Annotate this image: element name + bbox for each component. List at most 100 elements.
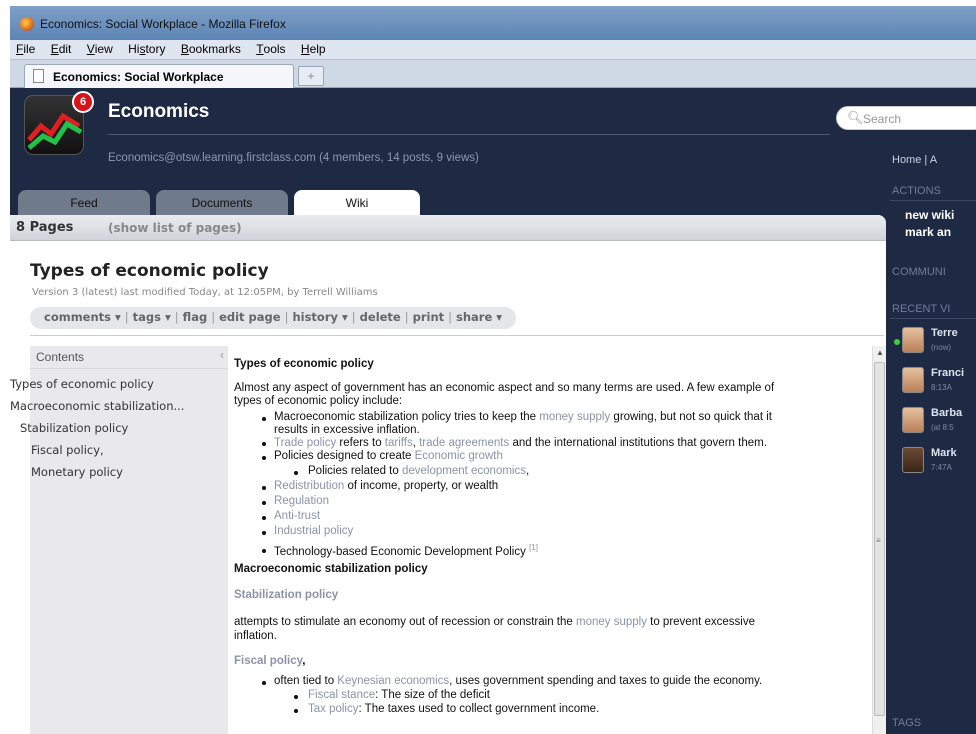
bullet bbox=[294, 695, 298, 699]
sidebar-divider bbox=[890, 200, 976, 201]
sidebar-divider bbox=[890, 318, 976, 319]
content-scrollbar[interactable]: ▲ ≡ bbox=[872, 346, 886, 734]
link[interactable]: Tax policy bbox=[308, 703, 359, 715]
tags-button[interactable]: tags ▾ bbox=[133, 310, 171, 324]
avatar[interactable] bbox=[902, 367, 924, 393]
paragraph: inflation. bbox=[234, 630, 277, 642]
wiki-content: Types of economic policy Almost any aspe… bbox=[232, 346, 872, 734]
toc-item[interactable]: Fiscal policy, bbox=[31, 443, 104, 457]
avatar[interactable] bbox=[902, 447, 924, 473]
reference-link[interactable]: [1] bbox=[529, 543, 538, 552]
link[interactable]: Fiscal stance bbox=[308, 689, 375, 701]
new-tab-button[interactable]: + bbox=[298, 66, 324, 86]
comments-button[interactable]: comments ▾ bbox=[44, 310, 121, 324]
delete-button[interactable]: delete bbox=[360, 310, 401, 324]
list-item: Tax policy: The taxes used to collect go… bbox=[308, 703, 600, 715]
edit-page-button[interactable]: edit page bbox=[219, 310, 281, 324]
new-wiki-action[interactable]: new wiki bbox=[905, 208, 954, 222]
link[interactable]: Regulation bbox=[274, 495, 329, 507]
page-count: 8 Pages bbox=[16, 220, 74, 235]
group-name: Economics bbox=[108, 101, 210, 122]
visitor-name[interactable]: Barba bbox=[931, 407, 962, 419]
header-divider bbox=[108, 134, 830, 135]
firefox-icon bbox=[20, 17, 34, 31]
list-item: Fiscal stance: The size of the deficit bbox=[308, 689, 490, 701]
content-divider bbox=[30, 335, 884, 336]
tab-wiki[interactable]: Wiki bbox=[294, 190, 420, 218]
subsection-heading: Fiscal policy, bbox=[234, 655, 306, 667]
mark-action[interactable]: mark an bbox=[905, 225, 951, 239]
toc-item[interactable]: Types of economic policy bbox=[10, 377, 154, 391]
toc-heading: Contents bbox=[36, 350, 85, 364]
menu-edit[interactable]: Edit bbox=[45, 40, 78, 56]
visitor-time: (at 8:5 bbox=[931, 423, 954, 432]
tab-feed[interactable]: Feed bbox=[18, 190, 150, 218]
window-title: Economics: Social Workplace - Mozilla Fi… bbox=[40, 17, 286, 31]
link[interactable]: money supply bbox=[539, 411, 610, 423]
link[interactable]: Economic growth bbox=[415, 450, 503, 462]
menu-help[interactable]: Help bbox=[295, 40, 332, 56]
page-toolbar: comments ▾ | tags ▾ | flag | edit page | history… bbox=[30, 307, 517, 329]
list-item-cont: results in excessive inflation. bbox=[274, 424, 420, 436]
share-button[interactable]: share ▾ bbox=[456, 310, 502, 324]
tab-documents[interactable]: Documents bbox=[156, 190, 288, 218]
toc-item[interactable]: Stabilization policy bbox=[20, 421, 128, 435]
toc-list: Types of economic policy Macroeconomic s… bbox=[10, 368, 228, 734]
visitor-time: 7:47A bbox=[931, 463, 952, 472]
menu-view[interactable]: View bbox=[81, 40, 119, 56]
link[interactable]: Industrial policy bbox=[274, 525, 353, 537]
wiki-panel: 8 Pages (show list of pages) Types of ec… bbox=[10, 215, 886, 734]
menu-file[interactable]: File bbox=[10, 40, 41, 56]
online-status-icon bbox=[894, 339, 900, 345]
browser-tab[interactable]: Economics: Social Workplace bbox=[24, 64, 294, 88]
show-pages-link[interactable]: (show list of pages) bbox=[108, 221, 242, 235]
collapse-toc-button[interactable]: ‹ bbox=[220, 348, 224, 362]
toc-item[interactable]: Monetary policy bbox=[31, 465, 123, 479]
link[interactable]: Keynesian economics bbox=[337, 675, 449, 687]
avatar[interactable] bbox=[902, 407, 924, 433]
recent-visitors-heading: RECENT VI bbox=[892, 303, 951, 315]
page-title: Types of economic policy bbox=[30, 261, 269, 281]
visitor-time: (now) bbox=[931, 343, 952, 352]
link[interactable]: money supply bbox=[576, 616, 647, 628]
bullet bbox=[262, 456, 266, 460]
visitor-name[interactable]: Mark bbox=[931, 447, 957, 459]
flag-button[interactable]: flag bbox=[183, 310, 208, 324]
visitor-name[interactable]: Terre bbox=[931, 327, 958, 339]
avatar[interactable] bbox=[902, 327, 924, 353]
home-link[interactable]: Home | A bbox=[892, 154, 937, 166]
pages-header: 8 Pages (show list of pages) bbox=[10, 215, 886, 241]
search-placeholder: Search bbox=[863, 112, 902, 126]
bullet bbox=[262, 681, 266, 685]
toc-item[interactable]: Macroeconomic stabilization... bbox=[10, 399, 184, 413]
visitor-name[interactable]: Franci bbox=[931, 367, 964, 379]
link[interactable]: Anti-trust bbox=[274, 510, 320, 522]
menu-bookmarks[interactable]: Bookmarks bbox=[175, 40, 247, 56]
bullet bbox=[262, 549, 266, 553]
subsection-heading: Stabilization policy bbox=[234, 589, 339, 601]
community-heading: COMMUNI bbox=[892, 266, 946, 278]
list-item: Macroeconomic stabilization policy tries… bbox=[274, 411, 772, 423]
bullet bbox=[262, 486, 266, 490]
browser-tab-label: Economics: Social Workplace bbox=[53, 70, 224, 84]
link[interactable]: development economics bbox=[402, 465, 526, 477]
link[interactable]: Trade policy bbox=[274, 437, 336, 449]
visitor-time: 8:13A bbox=[931, 383, 952, 392]
menu-history[interactable]: History bbox=[122, 40, 171, 56]
scroll-up-arrow-icon[interactable]: ▲ bbox=[876, 348, 884, 357]
search-icon: 🔍︎ bbox=[847, 110, 864, 125]
link[interactable]: trade agreements bbox=[419, 437, 509, 449]
link[interactable]: Fiscal policy bbox=[234, 655, 302, 667]
print-button[interactable]: print bbox=[413, 310, 445, 324]
menu-tools[interactable]: Tools bbox=[250, 40, 291, 56]
link[interactable]: Redistribution bbox=[274, 480, 344, 492]
bullet bbox=[294, 709, 298, 713]
link[interactable]: tariffs bbox=[385, 437, 413, 449]
version-info: Version 3 (latest) last modified Today, … bbox=[32, 287, 378, 298]
browser-window: Economics: Social Workplace - Mozilla Fi… bbox=[10, 6, 976, 734]
history-button[interactable]: history ▾ bbox=[292, 310, 347, 324]
list-item: Policies designed to create Economic gro… bbox=[274, 450, 503, 462]
list-item: Redistribution of income, property, or w… bbox=[274, 480, 499, 492]
bullet bbox=[262, 531, 266, 535]
search-input[interactable]: 🔍︎ Search bbox=[836, 106, 976, 130]
